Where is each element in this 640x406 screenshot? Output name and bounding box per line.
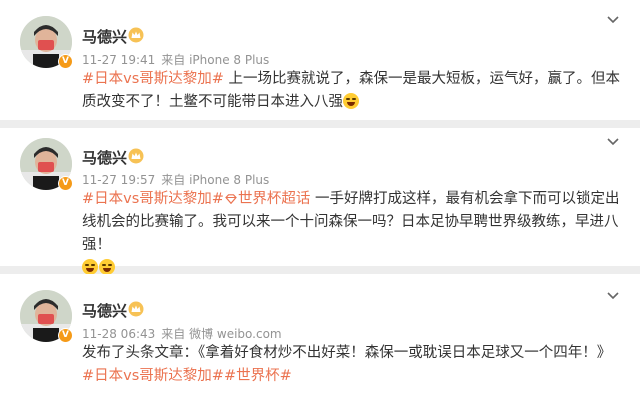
post-meta: 11-27 19:57 来自 iPhone 8 Plus — [82, 171, 275, 188]
post-time[interactable]: 11-28 06:43 — [82, 327, 155, 341]
post-meta: 11-27 19:41 来自 iPhone 8 Plus — [82, 51, 275, 68]
crown-icon — [128, 301, 144, 317]
diamond-icon — [225, 194, 237, 204]
chevron-down-icon[interactable] — [606, 15, 620, 25]
verified-badge: V — [58, 176, 73, 191]
grin-emoji-icon — [99, 259, 115, 275]
username[interactable]: 马德兴 — [82, 300, 127, 321]
verified-badge: V — [58, 54, 73, 69]
crown-icon — [128, 148, 144, 164]
post-card: V 马德兴 11-28 06:43 来自 微博 weibo.com 发布了头条文章… — [0, 274, 640, 406]
laugh-cry-emoji-icon — [82, 259, 98, 275]
crown-icon — [128, 27, 144, 43]
post-source: 来自 微博 weibo.com — [161, 327, 282, 341]
username[interactable]: 马德兴 — [82, 147, 127, 168]
post-source: 来自 iPhone 8 Plus — [161, 173, 270, 187]
topic-tag[interactable]: #日本vs哥斯达黎加# — [82, 368, 224, 384]
username[interactable]: 马德兴 — [82, 26, 127, 47]
post-source: 来自 iPhone 8 Plus — [161, 53, 270, 67]
post-card: V 马德兴 11-27 19:57 来自 iPhone 8 Plus #日本vs哥… — [0, 128, 640, 275]
weibo-feed: V 马德兴 11-27 19:41 来自 iPhone 8 Plus #日本vs哥… — [0, 0, 640, 406]
post-meta: 11-28 06:43 来自 微博 weibo.com — [82, 325, 288, 342]
topic-tag[interactable]: #日本vs哥斯达黎加# — [82, 71, 224, 87]
laugh-cry-emoji-icon — [343, 93, 359, 109]
article-text[interactable]: 发布了头条文章：《拿着好食材炒不出好菜！森保一或耽误日本足球又一个四年！》 — [82, 345, 611, 361]
post-text: #日本vs哥斯达黎加# 上一场比赛就说了，森保一是最大短板，运气好，赢了。但本质… — [82, 71, 621, 110]
topic-tag[interactable]: #世界杯# — [224, 368, 292, 384]
verified-badge: V — [58, 328, 73, 343]
chevron-down-icon[interactable] — [606, 137, 620, 147]
super-topic-link[interactable]: 世界杯超话 — [224, 191, 310, 207]
post-text: 发布了头条文章：《拿着好食材炒不出好菜！森保一或耽误日本足球又一个四年！》 #日本… — [82, 342, 622, 388]
post-text: #日本vs哥斯达黎加# 世界杯超话 一手好牌打成这样，最有机会拿下而可以锁定出线机… — [82, 188, 622, 280]
post-card: V 马德兴 11-27 19:41 来自 iPhone 8 Plus #日本vs哥… — [0, 0, 640, 120]
post-time[interactable]: 11-27 19:41 — [82, 53, 155, 67]
topic-tag[interactable]: #日本vs哥斯达黎加# — [82, 191, 224, 207]
chevron-down-icon[interactable] — [606, 291, 620, 301]
post-time[interactable]: 11-27 19:57 — [82, 173, 155, 187]
